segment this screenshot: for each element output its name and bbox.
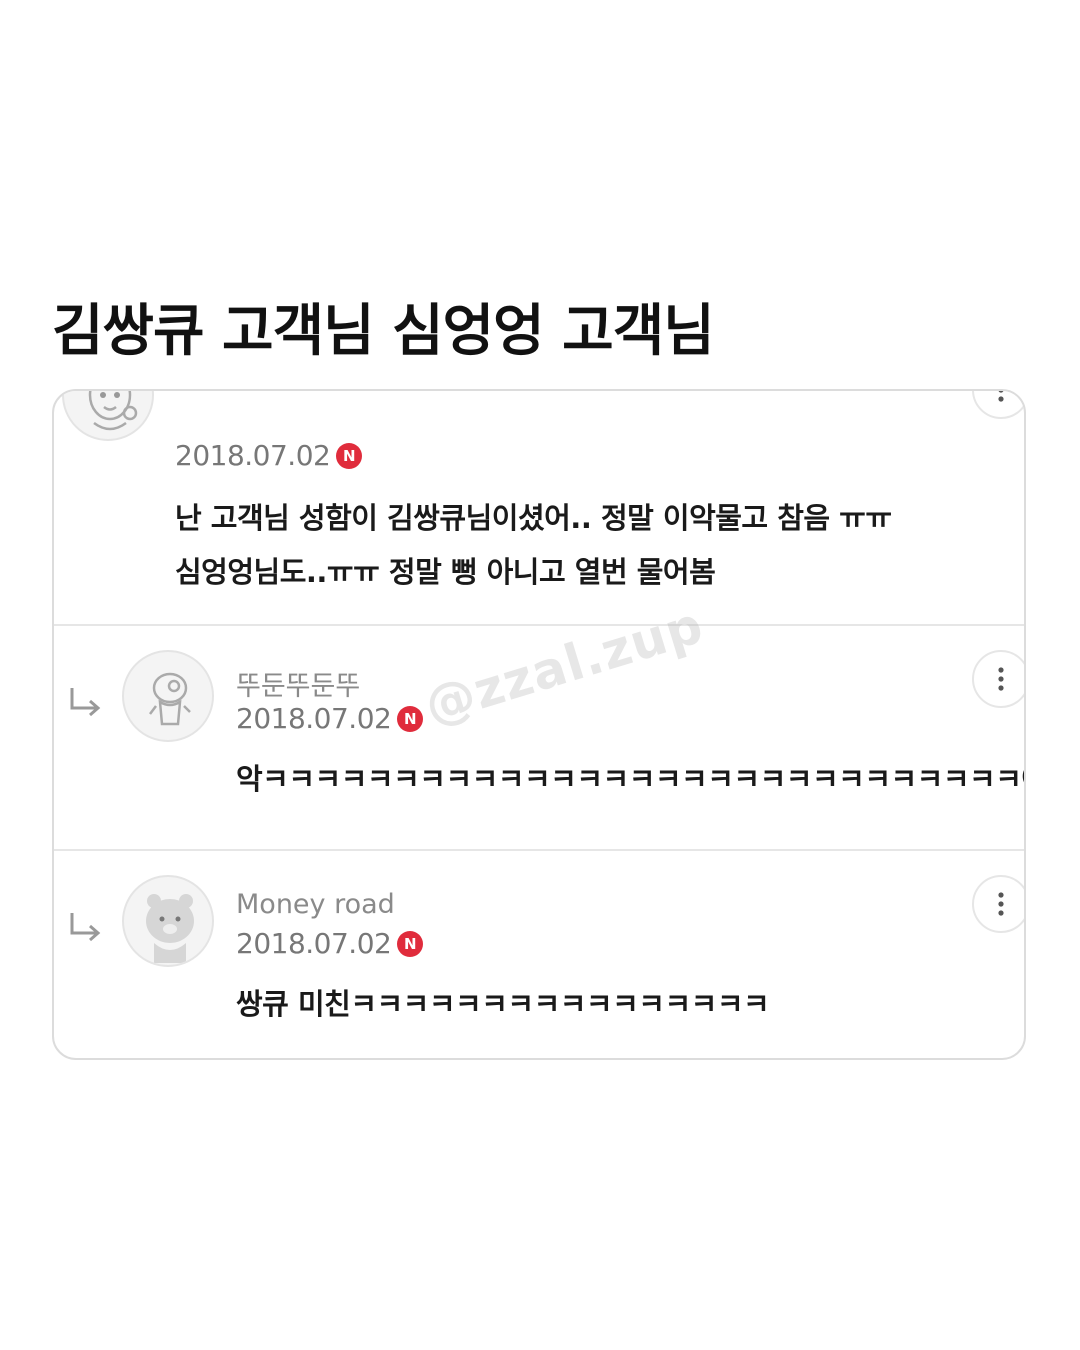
comment-date: 2018.07.02 [175, 439, 331, 472]
comment-text: 악ㅋㅋㅋㅋㅋㅋㅋㅋㅋㅋㅋㅋㅋㅋㅋㅋㅋㅋㅋㅋㅋㅋㅋㅋㅋㅋㅋㅋㅋ아미친 [236, 752, 1026, 806]
comment-text-line: 난 고객님 성함이 김쌍큐님이셨어.. 정말 이악물고 참음 ㅠㅠ [175, 501, 892, 535]
more-button[interactable] [972, 391, 1024, 419]
new-badge: N [336, 442, 363, 469]
comment-nickname[interactable]: Money road [236, 889, 395, 920]
comment-text: 쌍큐 미친ㅋㅋㅋㅋㅋㅋㅋㅋㅋㅋㅋㅋㅋㅋㅋㅋ [236, 977, 770, 1031]
comment-text-line: 쌍큐 미친ㅋㅋㅋㅋㅋㅋㅋㅋㅋㅋㅋㅋㅋㅋㅋㅋ [236, 987, 770, 1021]
avatar[interactable] [122, 875, 214, 967]
comment-text-line: 악ㅋㅋㅋㅋㅋㅋㅋㅋㅋㅋㅋㅋㅋㅋㅋㅋㅋㅋㅋㅋㅋㅋㅋㅋㅋㅋㅋㅋㅋ아미친 [236, 762, 1026, 796]
more-button[interactable] [972, 875, 1024, 933]
reply-arrow-icon [70, 913, 101, 942]
comment-date: 2018.07.02 [236, 702, 392, 735]
avatar[interactable] [62, 391, 154, 441]
comment-meta: 2018.07.02 N [236, 927, 424, 960]
character-avatar-icon [149, 672, 191, 726]
new-badge: N [397, 705, 424, 732]
comment-text: 난 고객님 성함이 김쌍큐님이셨어.. 정말 이악물고 참음 ㅠㅠ 심엉엉님도.… [175, 491, 892, 599]
comment-item: 2018.07.02 N 난 고객님 성함이 김쌍큐님이셨어.. 정말 이악물고… [54, 391, 1024, 624]
comment-meta: 2018.07.02 N [236, 702, 424, 735]
comment-meta: 2018.07.02 N [175, 439, 363, 472]
page-title: 김쌍큐 고객님 심엉엉 고객님 [52, 299, 715, 364]
comment-nickname[interactable]: 뚜둔뚜둔뚜 [236, 664, 360, 703]
reply-item: Money road 2018.07.02 N 쌍큐 미친ㅋㅋㅋㅋㅋㅋㅋㅋㅋㅋㅋ… [54, 851, 1024, 1058]
more-vertical-icon [998, 667, 1004, 691]
comment-text-line: 심엉엉님도..ㅠㅠ 정말 뻥 아니고 열번 물어봄 [175, 555, 716, 589]
character-avatar-icon [88, 391, 138, 431]
comment-card: 2018.07.02 N 난 고객님 성함이 김쌍큐님이셨어.. 정말 이악물고… [52, 389, 1026, 1060]
new-badge: N [397, 930, 424, 957]
reply-arrow-icon [70, 688, 101, 717]
bear-avatar-icon [146, 894, 194, 963]
avatar[interactable] [122, 650, 214, 742]
comment-date: 2018.07.02 [236, 927, 392, 960]
more-vertical-icon [998, 892, 1004, 916]
more-button[interactable] [972, 650, 1024, 708]
more-vertical-icon [998, 391, 1004, 402]
